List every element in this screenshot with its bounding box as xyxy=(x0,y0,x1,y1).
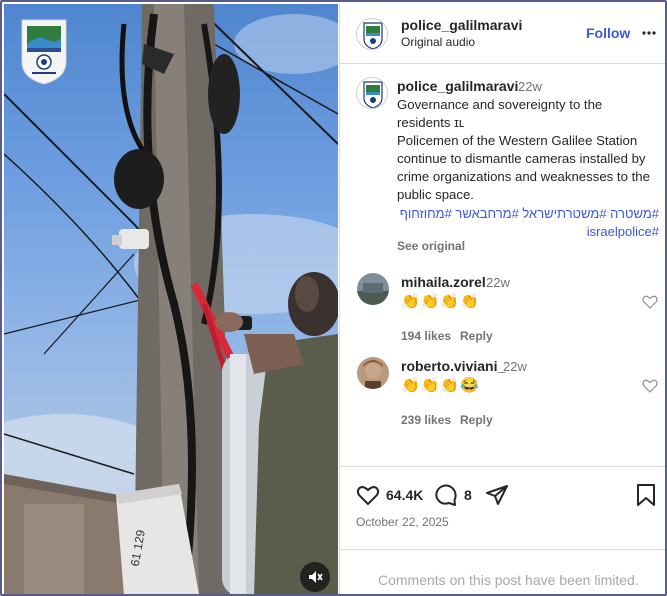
user-photo-icon xyxy=(357,273,389,305)
heart-icon[interactable] xyxy=(642,378,658,394)
speaker-muted-icon xyxy=(309,571,323,583)
post-header: police_galilmaravi Original audio Follow xyxy=(340,4,665,64)
comment-timestamp: 22w xyxy=(503,359,527,374)
follow-button[interactable]: Follow xyxy=(586,25,630,41)
see-original-link[interactable]: See original xyxy=(397,239,465,253)
police-badge-icon xyxy=(363,81,383,108)
more-horizontal-icon[interactable] xyxy=(642,25,656,41)
heart-icon[interactable] xyxy=(356,483,380,507)
limited-text: Comments on this post have been limited. xyxy=(378,572,639,588)
comment-text: 👏👏👏👏 xyxy=(401,293,480,310)
comments-section[interactable]: police_galilmaravi 22w Governance and so… xyxy=(340,65,665,465)
caption-timestamp: 22w xyxy=(518,79,542,94)
avatar[interactable] xyxy=(357,357,389,389)
share-icon[interactable] xyxy=(485,483,509,507)
police-badge-icon xyxy=(21,19,67,85)
video-player[interactable]: 61 129 xyxy=(4,4,338,594)
comment-likes[interactable]: 239 likes xyxy=(401,413,451,427)
comment-item: mihaila.zorel 22w 👏👏👏👏 194 likes Reply xyxy=(340,273,665,357)
caption-text: Governance and sovereignty to the reside… xyxy=(397,96,659,204)
bookmark-icon[interactable] xyxy=(636,483,656,507)
comments-count[interactable]: 8 xyxy=(464,487,472,503)
comment-likes[interactable]: 194 likes xyxy=(401,329,451,343)
video-frame-image: 61 129 xyxy=(4,4,338,594)
heart-icon[interactable] xyxy=(642,294,658,310)
caption-hashtags[interactable]: #משטרה #משטרתישראל #מרחבאשר #מחוזחוף #is… xyxy=(397,205,659,241)
avatar[interactable] xyxy=(356,18,388,50)
header-username[interactable]: police_galilmaravi xyxy=(401,17,522,33)
avatar[interactable] xyxy=(356,77,388,109)
comments-limited-notice: Comments on this post have been limited. xyxy=(340,549,665,594)
post-actions: 64.4K 8 October 22, 2025 xyxy=(340,466,665,556)
audio-label[interactable]: Original audio xyxy=(401,35,475,49)
comment-username[interactable]: mihaila.zorel xyxy=(401,274,486,290)
comment-timestamp: 22w xyxy=(486,275,510,290)
post-details-panel: police_galilmaravi Original audio Follow xyxy=(339,4,665,594)
comment-item: roberto.viviani_ 22w 👏👏👏😂 239 likes Repl… xyxy=(340,357,665,441)
user-photo-icon xyxy=(357,357,389,389)
likes-count[interactable]: 64.4K xyxy=(386,487,423,503)
mute-button[interactable] xyxy=(300,562,330,592)
comment-username[interactable]: roberto.viviani_ xyxy=(401,358,505,374)
caption-line: Governance and sovereignty to the reside… xyxy=(397,97,603,130)
avatar[interactable] xyxy=(357,273,389,305)
comment-icon[interactable] xyxy=(434,483,458,507)
post-date: October 22, 2025 xyxy=(356,515,449,529)
caption-line: Policemen of the Western Galilee Station… xyxy=(397,133,650,202)
reply-button[interactable]: Reply xyxy=(460,413,493,427)
police-badge-icon xyxy=(363,22,383,49)
caption-username[interactable]: police_galilmaravi xyxy=(397,78,518,94)
post-window: 61 129 police_galilmaravi Original audio… xyxy=(0,0,667,596)
reply-button[interactable]: Reply xyxy=(460,329,493,343)
comment-text: 👏👏👏😂 xyxy=(401,377,480,394)
